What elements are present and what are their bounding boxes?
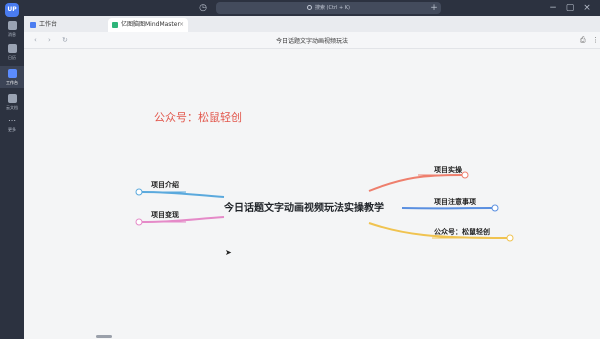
more-options-icon[interactable]: ⋮ [592,35,599,45]
sidebar-item-messages[interactable]: 消息 [0,21,24,38]
minimize-icon[interactable]: − [548,3,558,13]
sidebar-item-more[interactable]: ⋯ 更多 [0,117,24,134]
topic-official-account[interactable]: 公众号：松鼠轻创 [434,227,490,237]
tab-bar: 工作台 亿图脑图MindMaster × [24,16,600,32]
history-icon[interactable]: ◷ [198,3,208,13]
branch-handle-5[interactable] [135,218,143,226]
mouse-cursor-icon: ➤ [225,248,232,257]
maximize-icon[interactable]: ▢ [565,3,575,13]
sidebar-item-calendar[interactable]: 日历 [0,44,24,61]
message-icon [7,21,17,30]
topic-project-notes[interactable]: 项目注意事项 [434,197,476,207]
mindmap-canvas[interactable]: 公众号：松鼠轻创 今日话题文字动画视频玩法实操教学 项目实操 项目注意事项 公众… [24,49,600,339]
topic-project-practice[interactable]: 项目实操 [434,165,462,175]
mindmap-connectors [135,171,514,242]
share-icon[interactable]: ⎙ [580,35,586,45]
root-topic[interactable]: 今日话题文字动画视频玩法实操教学 [224,199,384,214]
tab-mindmaster[interactable]: 亿图脑图MindMaster × [108,18,188,32]
app-logo[interactable]: UP [5,3,19,17]
close-icon[interactable]: × [582,3,592,13]
calendar-icon [7,44,17,53]
sidebar-item-workbench[interactable]: 工作台 [0,66,24,88]
search-icon [306,5,312,10]
mindmaster-tab-icon [112,22,118,28]
sidebar-item-cloud-docs[interactable]: 云文档 [0,94,24,111]
branch-handle-4[interactable] [135,188,143,196]
tab-label: 亿图脑图MindMaster [121,21,180,28]
horizontal-scrollbar[interactable] [96,335,112,338]
search-placeholder: 搜索 (Ctrl + K) [314,5,351,11]
branch-handle-1[interactable] [461,171,469,179]
sidebar-item-label: 工作台 [6,80,18,85]
title-bar: ◷ 搜索 (Ctrl + K) + − ▢ × [24,0,600,16]
search-input[interactable]: 搜索 (Ctrl + K) [216,2,441,14]
tab-workbench[interactable]: 工作台 [26,18,104,32]
branch-handle-2[interactable] [491,204,499,212]
workbench-icon [7,69,17,78]
sidebar-item-label: 日历 [8,55,16,60]
branch-connector-1 [368,174,463,192]
sidebar-item-label: 云文档 [6,105,18,110]
branch-connector-4 [141,191,225,198]
more-icon: ⋯ [8,116,16,125]
cloud-doc-icon [7,94,17,103]
close-tab-icon[interactable]: × [179,18,184,32]
document-toolbar: ‹ › ↻ 今日话题文字动画视频玩法 ⎙ ⋮ [24,32,600,49]
sidebar-item-label: 消息 [8,32,16,37]
tab-label: 工作台 [39,21,58,28]
branch-handle-3[interactable] [506,234,514,242]
document-title: 今日话题文字动画视频玩法 [275,38,348,45]
plus-icon[interactable]: + [429,3,439,13]
sidebar-item-label: 更多 [8,127,16,132]
topic-project-monetize[interactable]: 项目变现 [151,210,179,220]
topic-project-intro[interactable]: 项目介绍 [151,180,179,190]
app-sidebar: UP 消息 日历 工作台 云文档 ⋯ 更多 [0,0,24,339]
workbench-tab-icon [30,22,36,28]
